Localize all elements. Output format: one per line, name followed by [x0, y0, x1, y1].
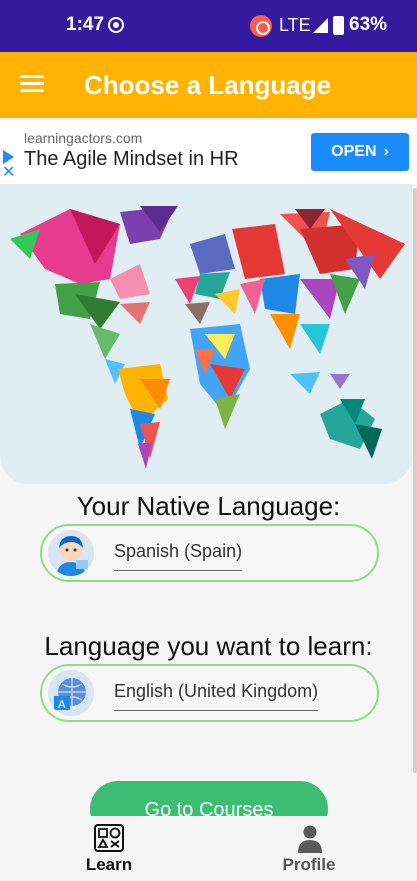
screen-record-icon — [250, 15, 272, 37]
network-type: LTE — [279, 15, 311, 35]
person-avatar-icon — [48, 530, 94, 576]
target-language-select[interactable]: A English (United Kingdom) — [40, 664, 379, 722]
scrollbar[interactable] — [413, 188, 417, 773]
signal-icon — [313, 18, 328, 33]
world-map-illustration — [10, 206, 405, 469]
app-bar: Choose a Language — [0, 52, 417, 118]
bottom-navigation: Learn Profile — [0, 816, 417, 881]
tab-profile-label: Profile — [282, 855, 336, 874]
ad-open-button[interactable]: OPEN › — [311, 133, 409, 171]
ad-headline[interactable]: The Agile Mindset in HR — [24, 148, 239, 171]
target-language-label: Language you want to learn: — [44, 631, 373, 661]
chevron-right-icon: › — [383, 143, 389, 160]
native-language-select[interactable]: Spanish (Spain) — [40, 524, 379, 582]
status-bar: 1:47 LTE 63% — [0, 0, 417, 52]
target-language-value: English (United Kingdom) — [114, 681, 319, 711]
native-language-label: Your Native Language: — [76, 491, 341, 521]
ad-choices-icon[interactable] — [3, 150, 14, 164]
page-title: Choose a Language — [84, 70, 332, 100]
native-language-value: Spanish (Spain) — [114, 541, 243, 571]
world-map-image — [0, 184, 412, 484]
tab-learn[interactable]: Learn — [54, 816, 164, 881]
ad-domain: learningactors.com — [24, 130, 143, 146]
battery-icon — [333, 16, 344, 35]
ad-close-icon[interactable]: ✕ — [2, 165, 15, 181]
record-icon — [108, 17, 124, 33]
hamburger-menu-icon[interactable] — [20, 75, 44, 93]
status-time: 1:47 — [66, 14, 105, 35]
tab-profile[interactable]: Profile — [254, 816, 364, 881]
tab-learn-label: Learn — [85, 855, 133, 874]
globe-translate-icon: A — [48, 670, 94, 716]
ad-open-label: OPEN — [331, 143, 377, 160]
battery-percent: 63% — [349, 14, 388, 35]
shapes-icon — [94, 824, 124, 852]
svg-text:A: A — [58, 698, 66, 711]
person-icon — [298, 825, 322, 853]
